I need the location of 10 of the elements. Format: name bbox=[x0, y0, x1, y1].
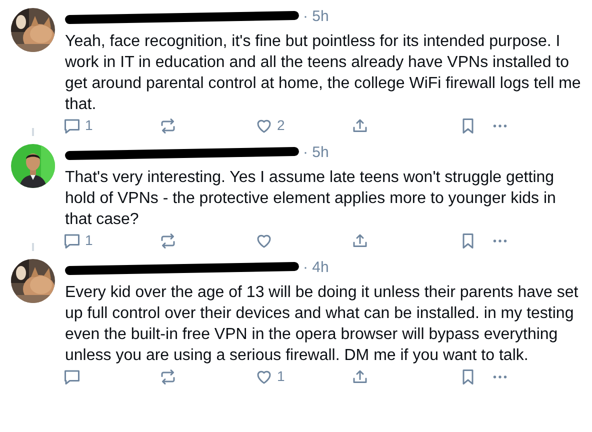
post-text: Every kid over the age of 13 will be doing it unless their parents have set up full control over their devices and what can be installed. in my testing even the built-in free VPN in the opera browser will bypass everything unless you are using a serious firewall. DM me if you want to talk. bbox=[65, 283, 580, 366]
post-time: · 5h bbox=[303, 142, 329, 163]
post-text: Yeah, face recognition, it's fine but pointless for its intended purpose. I work in IT in education and all the teens already have VPNs installed to get around parental control at home, the college WiFi firewall logs tell me that. bbox=[65, 32, 582, 115]
count: 2 bbox=[277, 116, 285, 135]
count: 1 bbox=[85, 116, 93, 135]
count: 1 bbox=[277, 367, 285, 386]
post-time: · 5h bbox=[303, 6, 329, 27]
count: 1 bbox=[85, 231, 93, 250]
post-text: That's very interesting. Yes I assume late teens won't struggle getting hold of VPNs - the protective element applies more to younger kids in that case? bbox=[65, 168, 557, 230]
post-time: · 4h bbox=[303, 258, 329, 278]
